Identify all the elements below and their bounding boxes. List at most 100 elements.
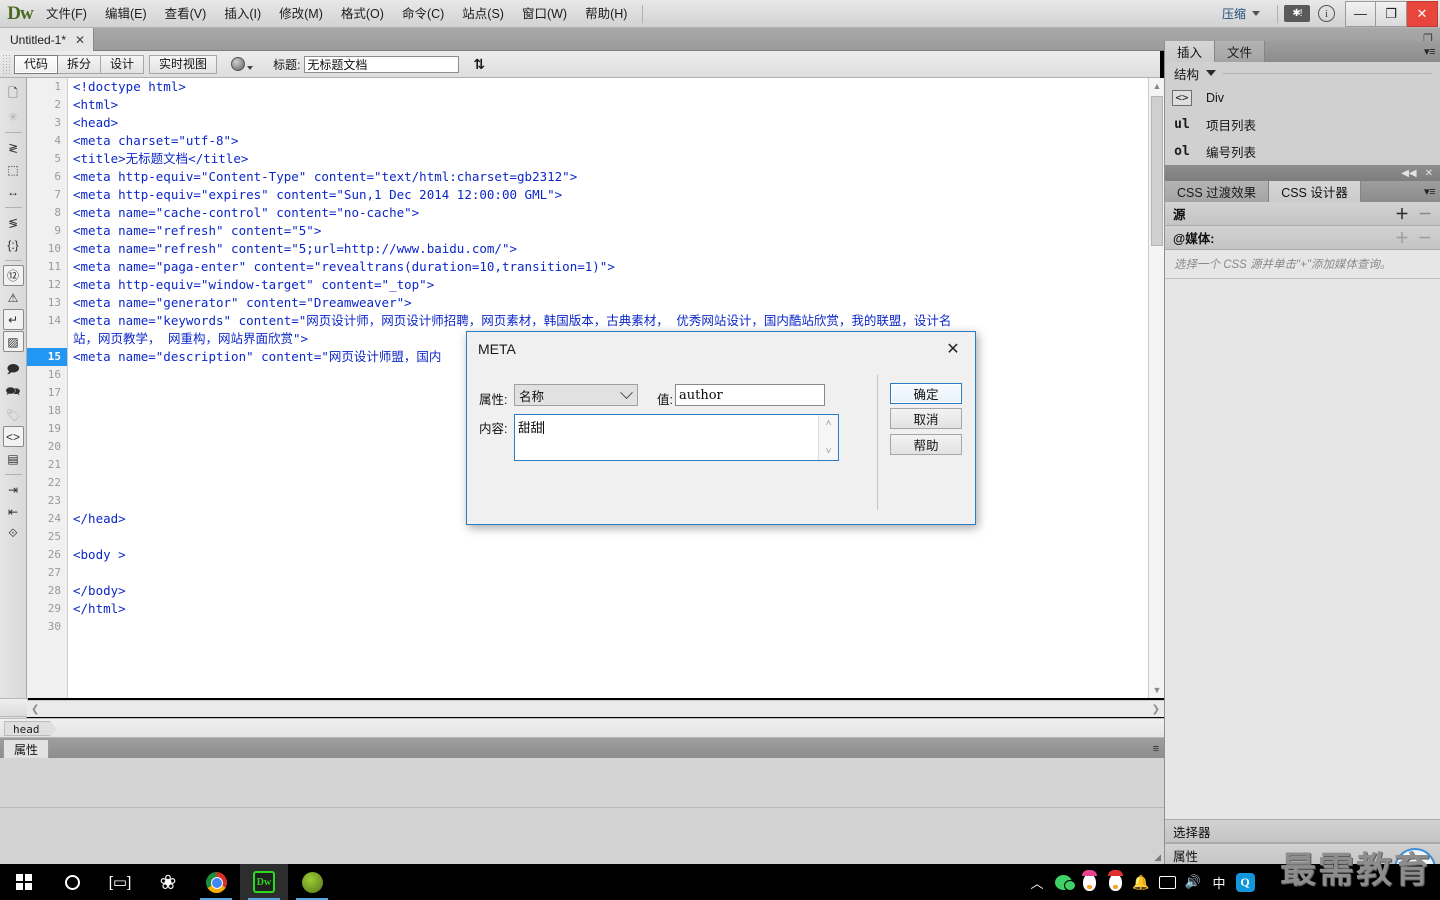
code-line[interactable]: <body > (73, 546, 1148, 564)
code-line[interactable]: <title>无标题文档</title> (73, 150, 1148, 168)
insert-item-div[interactable]: <> Div (1165, 84, 1440, 111)
panel-menu-icon[interactable]: ▾≡ (1424, 45, 1435, 58)
ok-button[interactable]: 确定 (890, 383, 962, 404)
code-line[interactable] (73, 528, 1148, 546)
qq-penguin-pink-icon[interactable] (1076, 864, 1102, 900)
menu-modify[interactable]: 修改(M) (270, 2, 332, 26)
code-line[interactable]: <meta http-equiv="Content-Type" content=… (73, 168, 1148, 186)
close-icon[interactable]: ✕ (931, 332, 975, 365)
recent-snippets-icon[interactable]: <> (2, 426, 24, 447)
code-line[interactable]: <meta name="refresh" content="5"> (73, 222, 1148, 240)
menu-site[interactable]: 站点(S) (453, 2, 513, 26)
value-input[interactable] (675, 384, 825, 406)
scroll-up-icon[interactable]: ˄ (826, 418, 832, 429)
code-line[interactable] (73, 564, 1148, 582)
format-source-code-icon[interactable]: ⟐ (3, 523, 24, 544)
scroll-right-icon[interactable]: ❯ (1152, 704, 1160, 715)
tab-files[interactable]: 文件 (1215, 41, 1266, 62)
code-line[interactable]: <meta name="refresh" content="5;url=http… (73, 240, 1148, 258)
view-code-button[interactable]: 代码 (14, 54, 59, 74)
menu-commands[interactable]: 命令(C) (393, 2, 453, 26)
chevron-up-icon[interactable]: ︿ (1024, 864, 1050, 900)
insert-item-unordered-list[interactable]: ul 项目列表 (1165, 111, 1440, 138)
editor-horizontal-scrollbar[interactable]: ❮ ❯ (27, 700, 1164, 717)
vertical-scroll-thumb[interactable] (1151, 96, 1163, 246)
remove-media-query-icon[interactable]: － (1418, 228, 1432, 248)
resize-grip-icon[interactable]: ◢ (1154, 852, 1161, 863)
menu-insert[interactable]: 插入(I) (215, 2, 270, 26)
collapse-selection-icon[interactable]: ⬚ (3, 159, 24, 180)
menu-window[interactable]: 窗口(W) (513, 2, 576, 26)
attribute-select[interactable]: 名称 (514, 384, 638, 406)
highlight-invalid-code-icon[interactable]: ⚠ (3, 287, 24, 308)
start-button[interactable] (0, 864, 48, 900)
menu-view[interactable]: 查看(V) (156, 2, 216, 26)
workspace-switcher[interactable]: 压缩 (1215, 3, 1267, 24)
meta-dialog[interactable]: META ✕ 属性: 名称 值: 内容: 甜甜 ˄ ˅ 确定 取消 帮助 (466, 331, 976, 525)
breadcrumb-tag-head[interactable]: head (4, 720, 56, 737)
help-button[interactable]: 帮助 (890, 434, 962, 455)
wrap-tag-icon[interactable]: 🏷 (3, 404, 24, 425)
wechat-icon[interactable] (1050, 864, 1076, 900)
insert-item-ordered-list[interactable]: ol 编号列表 (1165, 138, 1440, 165)
qq-browser-icon[interactable]: Q (1232, 864, 1258, 900)
outdent-code-icon[interactable]: ⇤ (3, 501, 24, 522)
select-parent-tag-icon[interactable]: ≶ (3, 212, 24, 233)
insert-category-structure[interactable]: 结构 (1165, 62, 1440, 84)
new-document-icon[interactable]: 🗋 (3, 84, 24, 105)
volume-icon[interactable]: 🔊 (1180, 864, 1206, 900)
panel-menu-icon[interactable]: ≡ (1153, 743, 1159, 755)
code-line[interactable]: <meta name="paga-enter" content="revealt… (73, 258, 1148, 276)
word-wrap-icon[interactable]: ↵ (2, 309, 24, 330)
code-line[interactable]: <head> (73, 114, 1148, 132)
view-split-button[interactable]: 拆分 (58, 54, 102, 74)
view-design-button[interactable]: 设计 (101, 54, 145, 74)
remove-source-icon[interactable]: － (1418, 204, 1432, 224)
tab-css-designer[interactable]: CSS 设计器 (1269, 181, 1361, 202)
document-tab-untitled-1[interactable]: Untitled-1* ✕ (0, 28, 95, 51)
code-line[interactable] (73, 618, 1148, 636)
app-fan[interactable]: ❀ (144, 864, 192, 900)
add-media-query-icon[interactable]: ＋ (1395, 228, 1409, 248)
expand-all-icon[interactable]: ↔ (3, 181, 24, 202)
close-button[interactable]: ✕ (1407, 0, 1438, 27)
code-line[interactable]: <meta name="generator" content="Dreamwea… (73, 294, 1148, 312)
code-line[interactable]: </body> (73, 582, 1148, 600)
task-view-button[interactable]: [▭] (96, 864, 144, 900)
close-icon[interactable]: ✕ (1425, 168, 1433, 179)
syntax-color-icon[interactable]: ▨ (2, 331, 24, 352)
tab-insert[interactable]: 插入 (1165, 41, 1216, 62)
code-line[interactable]: <meta name="keywords" content="网页设计师，网页设… (73, 312, 1148, 330)
maximize-button[interactable]: ❐ (1376, 0, 1407, 27)
content-textarea-scrollbar[interactable]: ˄ ˅ (818, 415, 838, 460)
add-source-icon[interactable]: ＋ (1395, 204, 1409, 224)
app-watermelon[interactable] (288, 864, 336, 900)
menu-help[interactable]: 帮助(H) (576, 2, 636, 26)
scroll-left-icon[interactable]: ❮ (31, 704, 39, 715)
scroll-down-icon[interactable]: ˅ (826, 446, 832, 457)
app-chrome[interactable] (192, 864, 240, 900)
cancel-button[interactable]: 取消 (890, 408, 962, 429)
editor-vertical-scrollbar[interactable]: ▲ ▼ (1148, 78, 1164, 698)
move-css-rules-icon[interactable]: ▤ (3, 448, 24, 469)
menu-edit[interactable]: 编辑(E) (96, 2, 156, 26)
menu-format[interactable]: 格式(O) (332, 2, 393, 26)
code-line[interactable]: <meta http-equiv="expires" content="Sun,… (73, 186, 1148, 204)
search-button[interactable] (48, 864, 96, 900)
collapse-full-tag-icon[interactable]: ≷ (3, 137, 24, 158)
qq-penguin-red-icon[interactable] (1102, 864, 1128, 900)
tab-properties[interactable]: 属性 (3, 739, 50, 758)
code-line[interactable]: </html> (73, 600, 1148, 618)
notification-bell-icon[interactable]: 🔔 (1128, 864, 1154, 900)
snowflake-icon[interactable]: ✳ (3, 106, 24, 127)
balance-braces-icon[interactable]: {:} (3, 234, 24, 255)
menu-file[interactable]: 文件(F) (37, 2, 96, 26)
toolbar-gripper[interactable] (2, 54, 11, 74)
minimize-button[interactable]: — (1345, 0, 1376, 27)
close-icon[interactable]: ✕ (75, 33, 85, 47)
indent-code-icon[interactable]: ⇥ (3, 479, 24, 500)
document-title-input[interactable] (304, 55, 460, 73)
code-line[interactable]: <html> (73, 96, 1148, 114)
css-selectors-section-header[interactable]: 选择器 (1165, 819, 1440, 843)
scroll-up-icon[interactable]: ▲ (1149, 78, 1165, 94)
